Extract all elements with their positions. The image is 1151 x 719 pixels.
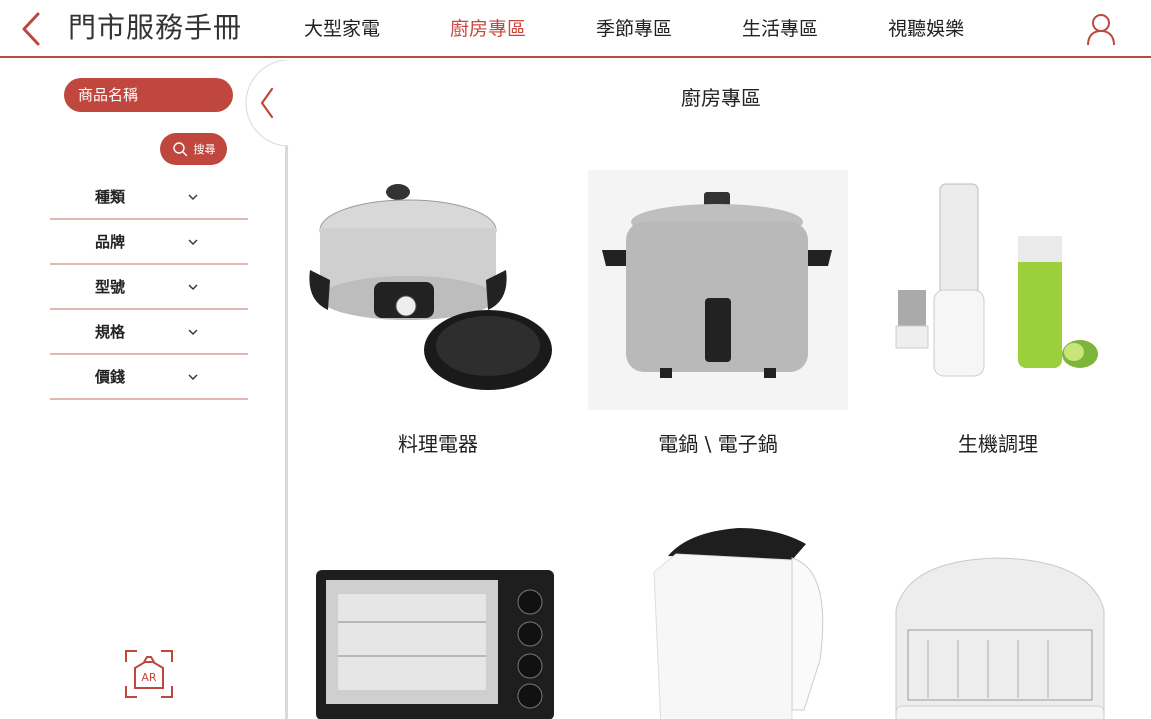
search-button-label: 搜尋	[193, 143, 216, 156]
search-icon	[172, 142, 187, 157]
back-button[interactable]	[18, 10, 48, 48]
collapse-sidebar-button[interactable]	[243, 59, 293, 147]
nav-item-living[interactable]: 生活專區	[742, 16, 818, 42]
ar-camera-icon: AR	[125, 650, 173, 698]
nav-item-large-appliances[interactable]: 大型家電	[304, 16, 380, 42]
filter-label: 價錢	[95, 368, 126, 386]
user-button[interactable]	[1085, 12, 1117, 46]
filter-sidebar: 商品名稱 搜尋 種類 品牌 型號 規格 價錢 AR	[0, 59, 290, 719]
blender-icon	[895, 183, 1098, 377]
chevron-down-icon	[188, 194, 198, 200]
filter-label: 品牌	[95, 233, 126, 251]
search-button[interactable]: 搜尋	[160, 133, 227, 165]
ar-button[interactable]: AR	[123, 648, 175, 700]
rice-cooker-icon	[588, 170, 848, 410]
filter-model[interactable]: 型號	[50, 265, 248, 310]
nav-item-kitchen[interactable]: 廚房專區	[450, 16, 526, 42]
chevron-left-icon	[22, 12, 40, 46]
category-label: 電鍋 \ 電子鍋	[658, 432, 778, 456]
chevron-down-icon	[188, 284, 198, 290]
nav-item-seasonal[interactable]: 季節專區	[596, 16, 672, 42]
filter-label: 種類	[95, 188, 126, 206]
section-title: 廚房專區	[681, 86, 761, 110]
toaster-oven-icon	[316, 570, 554, 719]
category-grid: 廚房專區 料理電器 電鍋 \ 電子鍋 生機調理	[291, 60, 1151, 719]
filter-spec[interactable]: 規格	[50, 310, 248, 355]
chevron-left-icon	[245, 59, 290, 147]
filter-label: 型號	[95, 278, 126, 296]
top-bar: 門市服務手冊 大型家電 廚房專區 季節專區 生活專區 視聽娛樂	[0, 0, 1151, 58]
filter-brand[interactable]: 品牌	[50, 220, 248, 265]
filter-type[interactable]: 種類	[50, 175, 248, 220]
dish-dryer-icon	[895, 557, 1105, 719]
user-icon	[1087, 14, 1115, 46]
category-label: 料理電器	[398, 432, 478, 456]
electric-kettle-icon	[653, 528, 824, 719]
electric-hot-pot-icon	[309, 184, 552, 390]
chevron-down-icon	[188, 239, 198, 245]
nav-item-audio-video[interactable]: 視聽娛樂	[888, 16, 964, 42]
product-name-input[interactable]: 商品名稱	[64, 78, 233, 112]
filter-price[interactable]: 價錢	[50, 355, 248, 400]
chevron-down-icon	[188, 329, 198, 335]
category-label: 生機調理	[958, 432, 1038, 456]
filter-list: 種類 品牌 型號 規格 價錢	[50, 175, 248, 400]
svg-text:AR: AR	[141, 671, 157, 684]
main-nav: 大型家電 廚房專區 季節專區 生活專區 視聽娛樂	[304, 16, 1034, 42]
app-title: 門市服務手冊	[68, 11, 243, 44]
filter-label: 規格	[95, 323, 126, 341]
chevron-down-icon	[188, 374, 198, 380]
